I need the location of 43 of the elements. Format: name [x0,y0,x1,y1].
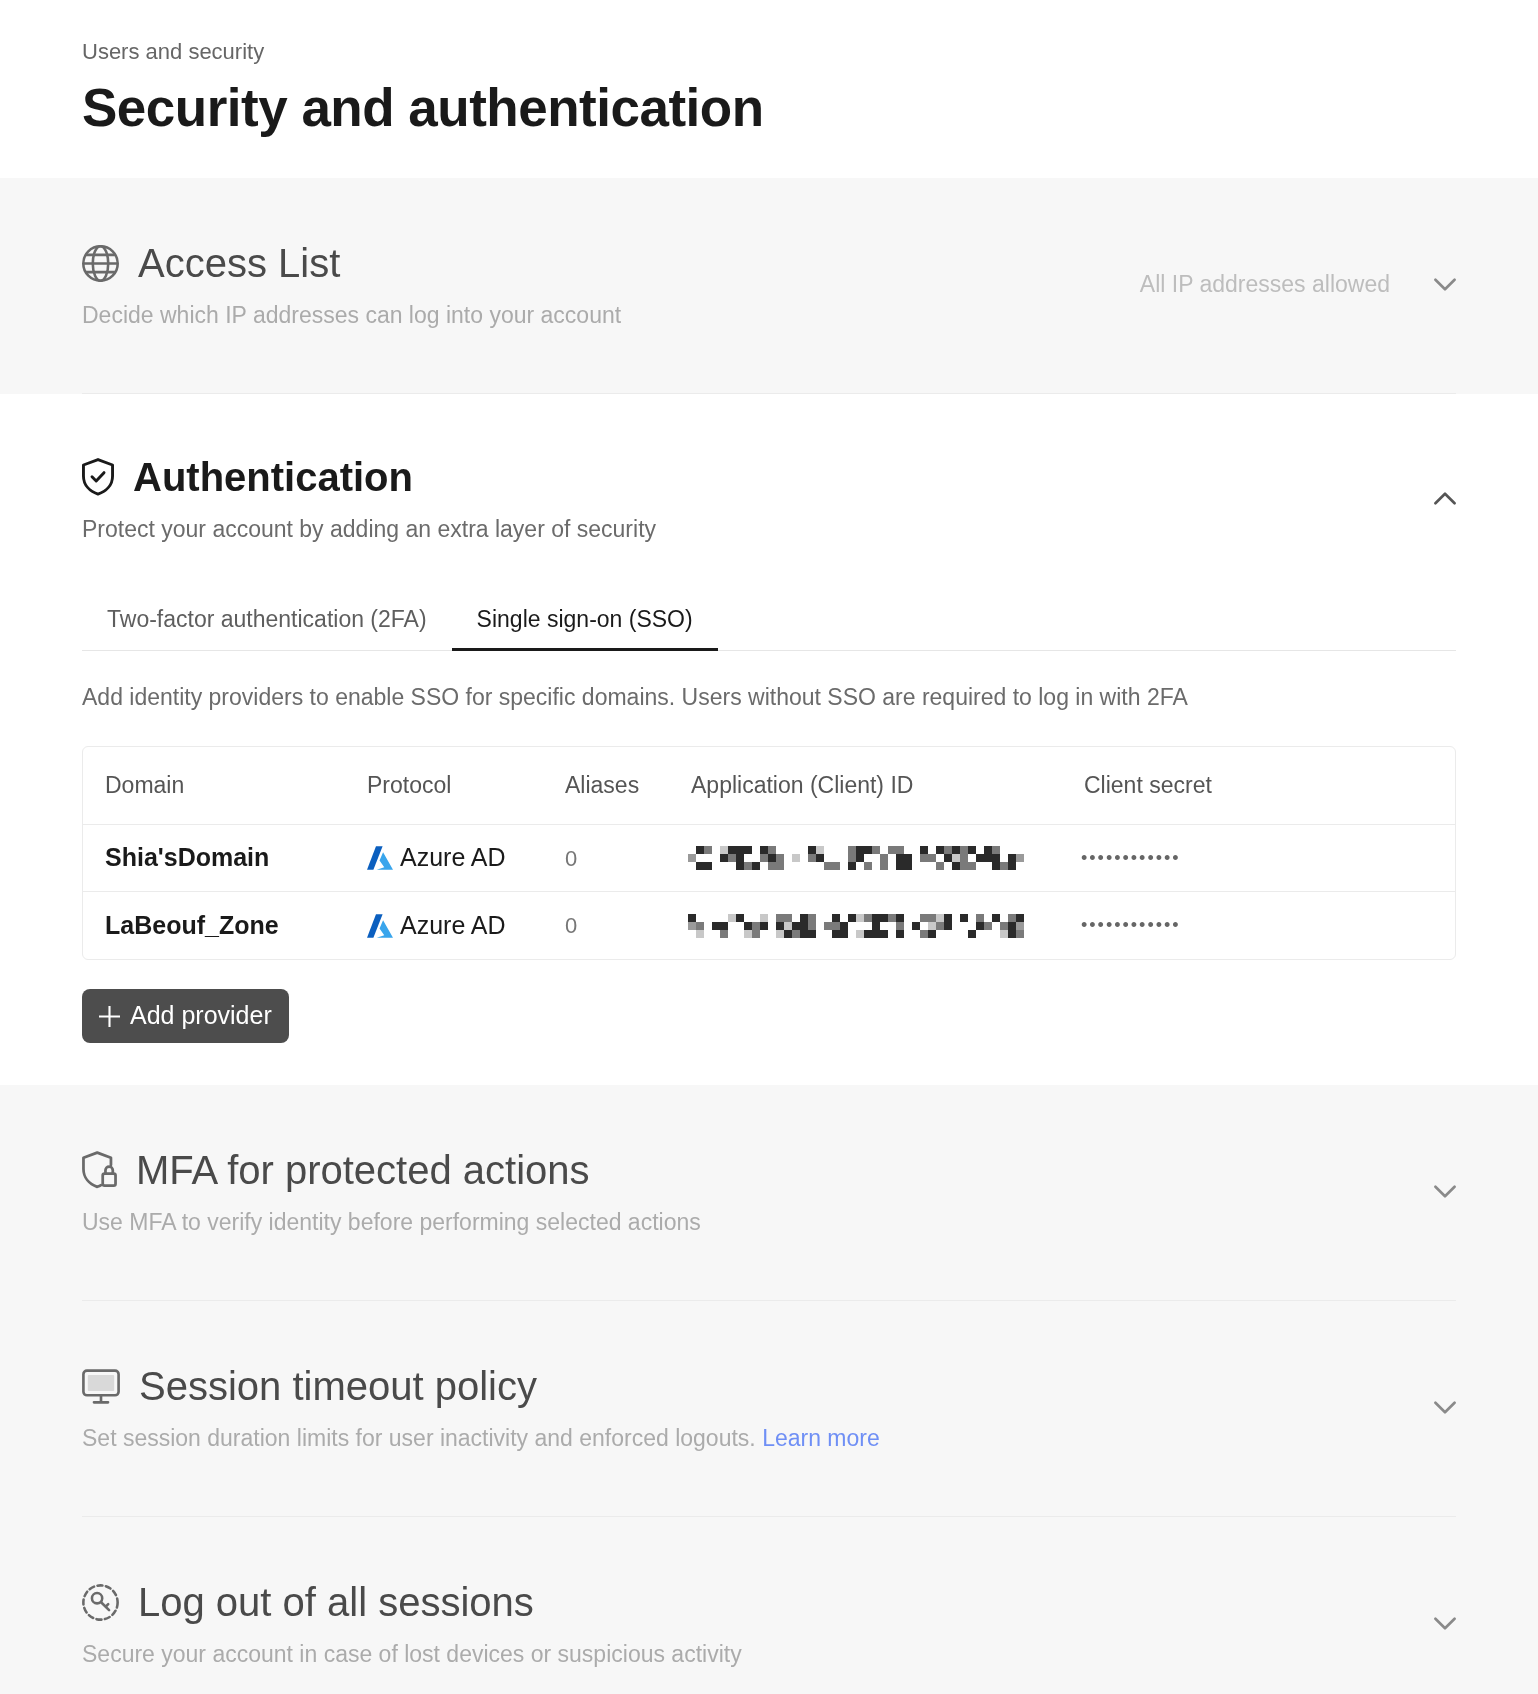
azure-logo-icon [367,846,393,870]
section-title: MFA for protected actions [136,1147,590,1194]
azure-logo-icon [367,913,393,938]
table-cell: •••••••••••• [1081,847,1181,868]
chevron-down-icon[interactable] [1434,1185,1456,1198]
breadcrumb: Users and security [82,38,266,66]
table-cell: 0 [565,913,578,938]
section-title: Access List [138,240,341,287]
monitor-icon [82,1368,120,1404]
column-header: Application (Client) ID [691,772,914,799]
tab[interactable]: Single sign-on (SSO) [451,591,718,651]
access-status: All IP addresses allowed [1139,270,1390,300]
table-cell-text: Azure AD [400,909,506,941]
shield-check-icon [82,458,114,496]
section-title: Log out of all sessions [138,1579,534,1626]
chevron-down-icon[interactable] [1434,278,1456,291]
section-description: Set session duration limits for user inactivity and enforced logouts. Learn more [82,1424,880,1453]
section-description: Protect your account by adding an extra layer of security [82,515,657,544]
chevron-down-icon[interactable] [1434,1401,1456,1414]
table-cell: Shia'sDomain [105,843,270,872]
column-header: Protocol [367,772,452,799]
chevron-up-icon[interactable] [1434,492,1456,505]
column-header: Aliases [565,772,640,799]
plus-icon [99,1005,120,1027]
section-description: Use MFA to verify identity before performing selected actions [82,1208,701,1237]
page-title: Security and authentication [82,77,765,139]
table-cell-text: Azure AD [400,842,506,874]
table-cell: •••••••••••• [1081,915,1181,935]
chevron-down-icon[interactable] [1434,1617,1456,1630]
globe-icon [82,244,119,282]
section-description: Secure your account in case of lost devices or suspicious activity [82,1640,742,1669]
tab[interactable]: Two-factor authentication (2FA) [82,591,452,651]
shield-lock-icon [82,1151,117,1189]
sso-description: Add identity providers to enable SSO for specific domains. Users without SSO are required to log in with 2FA [82,683,1189,712]
key-circle-icon [82,1583,119,1621]
section-title: Authentication [133,454,413,501]
table-cell: LaBeouf_Zone [105,910,279,939]
table-cell: 0 [565,845,578,871]
section-description: Decide which IP addresses can log into your account [82,301,622,330]
add-provider-button[interactable]: Add provider [82,989,289,1043]
column-header: Domain [105,772,185,799]
section-title: Session timeout policy [139,1363,537,1410]
column-header: Client secret [1084,772,1212,799]
